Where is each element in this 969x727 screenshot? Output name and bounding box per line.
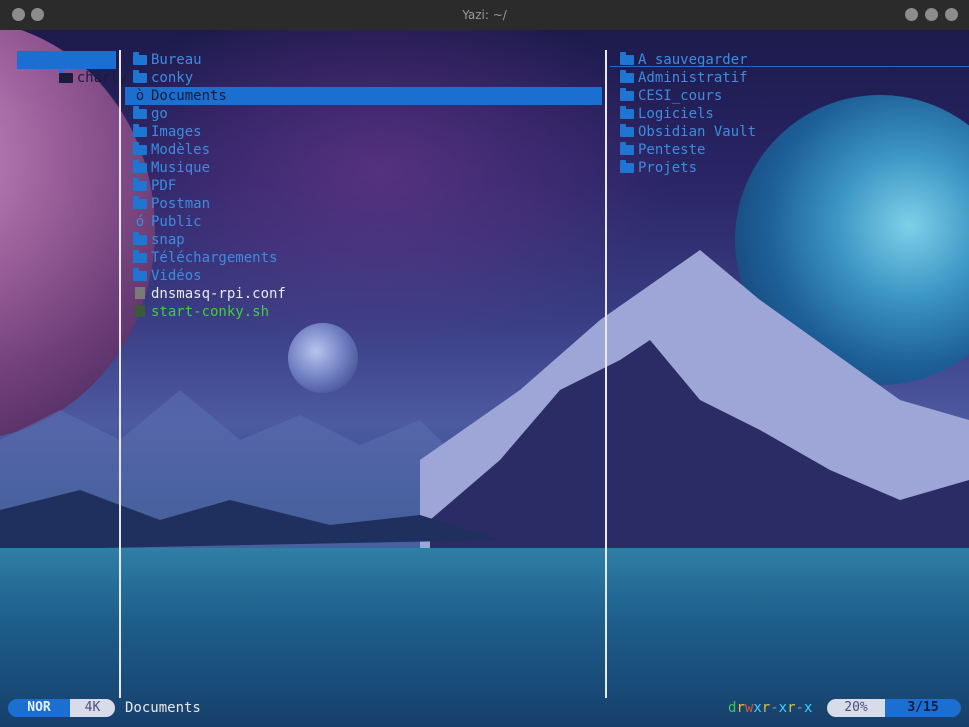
permission-char: - [770,700,779,716]
preview-item[interactable]: A sauvegarder [620,51,748,69]
file-list-item-label: Images [151,124,202,140]
folder-icon [133,178,147,191]
maximize-button[interactable] [925,8,938,21]
folder-icon [133,196,147,209]
file-list-item[interactable]: Modèles [125,141,210,159]
size-indicator: 4K [70,699,115,717]
file-list-item-label: Documents [151,88,227,104]
file-list-item[interactable]: Vidéos [125,267,202,285]
file-list-item[interactable]: Images [125,123,202,141]
folder-icon [133,160,147,173]
minimize-button[interactable] [905,8,918,21]
folder-icon [133,142,147,155]
folder-icon [133,52,147,65]
documents-folder-icon: ò [135,88,145,104]
folder-icon [133,106,147,119]
file-list-item-label: Modèles [151,142,211,158]
file-list-item[interactable]: ò Documents [125,87,602,105]
file-list-item[interactable]: Téléchargements [125,249,277,267]
file-list-item-label: conky [151,70,194,86]
folder-icon [620,52,634,65]
preview-item[interactable]: CESI_cours [620,87,722,105]
status-bar: NOR 4K Documents drwxr-xr-x 20% 3/15 [0,697,969,719]
preview-item-label: Logiciels [638,106,714,122]
file-list-item[interactable]: start-conky.sh [125,303,269,321]
scroll-percent: 20% [827,699,885,717]
window-title: Yazi: ~/ [462,8,507,22]
mode-indicator: NOR [8,699,70,717]
file-list-item-label: Bureau [151,52,202,68]
file-list-item-label: Vidéos [151,268,202,284]
preview-item[interactable]: Penteste [620,141,705,159]
file-list-item[interactable]: ó Public [125,213,202,231]
preview-item[interactable]: Obsidian Vault [620,123,756,141]
file-list-item[interactable]: Musique [125,159,210,177]
folder-icon [133,268,147,281]
permission-char: x [753,700,762,716]
file-list-item-label: Téléchargements [151,250,278,266]
close-button[interactable] [945,8,958,21]
permissions-string: drwxr-xr-x [728,699,820,717]
preview-item-label: Projets [638,160,698,176]
folder-icon [620,142,634,155]
folder-icon [133,250,147,263]
preview-item[interactable]: Logiciels [620,105,714,123]
preview-item-label: Obsidian Vault [638,124,757,140]
preview-item[interactable]: Administratif [620,69,748,87]
pane-divider-left [119,50,121,698]
parent-item-charly[interactable]: charly [17,51,127,86]
file-list-item-label: Musique [151,160,211,176]
folder-icon [620,70,634,83]
folder-icon [133,124,147,137]
config-file-icon [135,287,145,299]
pane-divider-right [605,50,607,698]
file-list-item[interactable]: Bureau [125,51,202,69]
folder-icon [133,232,147,245]
permission-char: x [778,700,788,716]
permission-char: - [795,700,804,716]
file-list-item-label: Postman [151,196,211,212]
file-list-item[interactable]: snap [125,231,185,249]
file-list-item-label: go [151,106,168,122]
permission-char: r [736,700,745,716]
file-list-item[interactable]: go [125,105,168,123]
folder-icon [620,106,634,119]
public-folder-icon: ó [135,214,145,230]
current-file-name: Documents [125,700,201,716]
preview-item-label: Administratif [638,70,748,86]
file-list-item-label: PDF [151,178,177,194]
preview-item[interactable]: Projets [620,159,697,177]
file-list-item[interactable]: PDF [125,177,176,195]
file-list-item[interactable]: dnsmasq-rpi.conf [125,285,286,303]
folder-icon [620,160,634,173]
file-list-item-label: start-conky.sh [151,304,270,320]
folder-icon [133,70,147,83]
window-titlebar: Yazi: ~/ [0,0,969,30]
folder-icon [620,124,634,137]
shell-script-icon [135,305,145,317]
position-indicator: 3/15 [885,699,961,717]
file-list-item[interactable]: conky [125,69,193,87]
folder-icon [620,88,634,101]
preview-item-label: CESI_cours [638,88,723,104]
file-list-item-label: Public [151,214,202,230]
file-list-item-label: dnsmasq-rpi.conf [151,286,286,302]
permission-char: x [803,700,813,716]
folder-icon [58,70,73,83]
file-list-item-label: snap [151,232,185,248]
file-list-item[interactable]: Postman [125,195,210,213]
permission-char: r [787,700,796,716]
preview-item-label: Penteste [638,142,706,158]
preview-item-label: A sauvegarder [638,52,748,68]
permission-char: r [761,700,771,716]
